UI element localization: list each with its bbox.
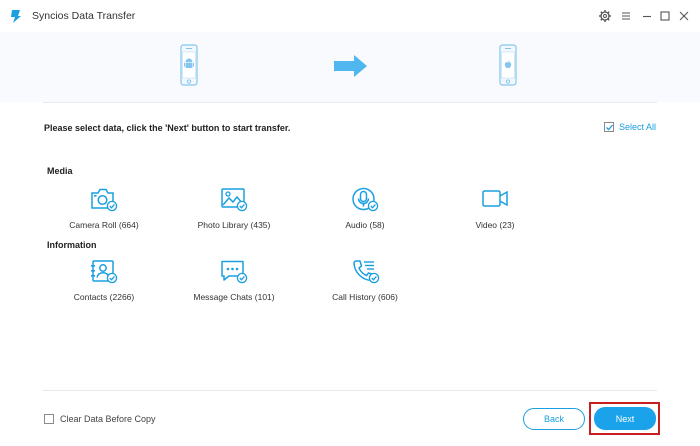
- item-label: Camera Roll (664): [69, 220, 139, 230]
- footer-divider: [43, 390, 657, 391]
- select-all-label[interactable]: Select All: [619, 122, 656, 132]
- microphone-icon: [350, 186, 380, 214]
- camera-icon: [89, 186, 119, 214]
- select-all-checkbox[interactable]: Select All: [604, 122, 656, 132]
- video-icon: [480, 186, 510, 214]
- message-icon: [219, 258, 249, 286]
- minimize-icon[interactable]: [640, 9, 654, 23]
- next-button-highlight: [589, 402, 660, 435]
- instruction-text: Please select data, click the 'Next' but…: [44, 123, 291, 133]
- data-item-photo-library[interactable]: Photo Library (435): [179, 186, 289, 230]
- contacts-icon: [89, 258, 119, 286]
- item-label: Photo Library (435): [197, 220, 271, 230]
- item-label: Call History (606): [332, 292, 398, 302]
- select-all-check-icon[interactable]: [604, 122, 614, 132]
- data-item-message-chats[interactable]: Message Chats (101): [179, 258, 289, 302]
- android-phone-icon: [180, 44, 198, 86]
- item-label: Audio (58): [345, 220, 385, 230]
- item-label: Contacts (2266): [73, 292, 135, 302]
- iphone-icon: [499, 44, 517, 86]
- clear-data-label[interactable]: Clear Data Before Copy: [60, 414, 156, 424]
- data-item-camera-roll[interactable]: Camera Roll (664): [49, 186, 159, 230]
- call-history-icon: [350, 258, 380, 286]
- clear-data-checkbox[interactable]: Clear Data Before Copy: [44, 414, 156, 424]
- back-button[interactable]: Back: [523, 408, 585, 430]
- app-title: Syncios Data Transfer: [32, 10, 136, 22]
- transfer-arrow-icon: [334, 54, 368, 78]
- close-icon[interactable]: [677, 9, 691, 23]
- data-item-audio[interactable]: Audio (58): [310, 186, 420, 230]
- data-item-contacts[interactable]: Contacts (2266): [49, 258, 159, 302]
- title-bar: Syncios Data Transfer: [0, 0, 700, 32]
- syncios-logo-icon: [9, 8, 23, 24]
- photo-icon: [219, 186, 249, 214]
- gear-icon[interactable]: [598, 9, 612, 23]
- data-item-call-history[interactable]: Call History (606): [310, 258, 420, 302]
- item-label: Message Chats (101): [193, 292, 275, 302]
- header-divider: [43, 102, 657, 103]
- clear-data-check-icon[interactable]: [44, 414, 54, 424]
- maximize-icon[interactable]: [658, 9, 672, 23]
- section-title-media: Media: [47, 166, 73, 176]
- data-item-video[interactable]: Video (23): [440, 186, 550, 230]
- item-label: Video (23): [475, 220, 515, 230]
- menu-icon[interactable]: [619, 9, 633, 23]
- section-title-information: Information: [47, 240, 97, 250]
